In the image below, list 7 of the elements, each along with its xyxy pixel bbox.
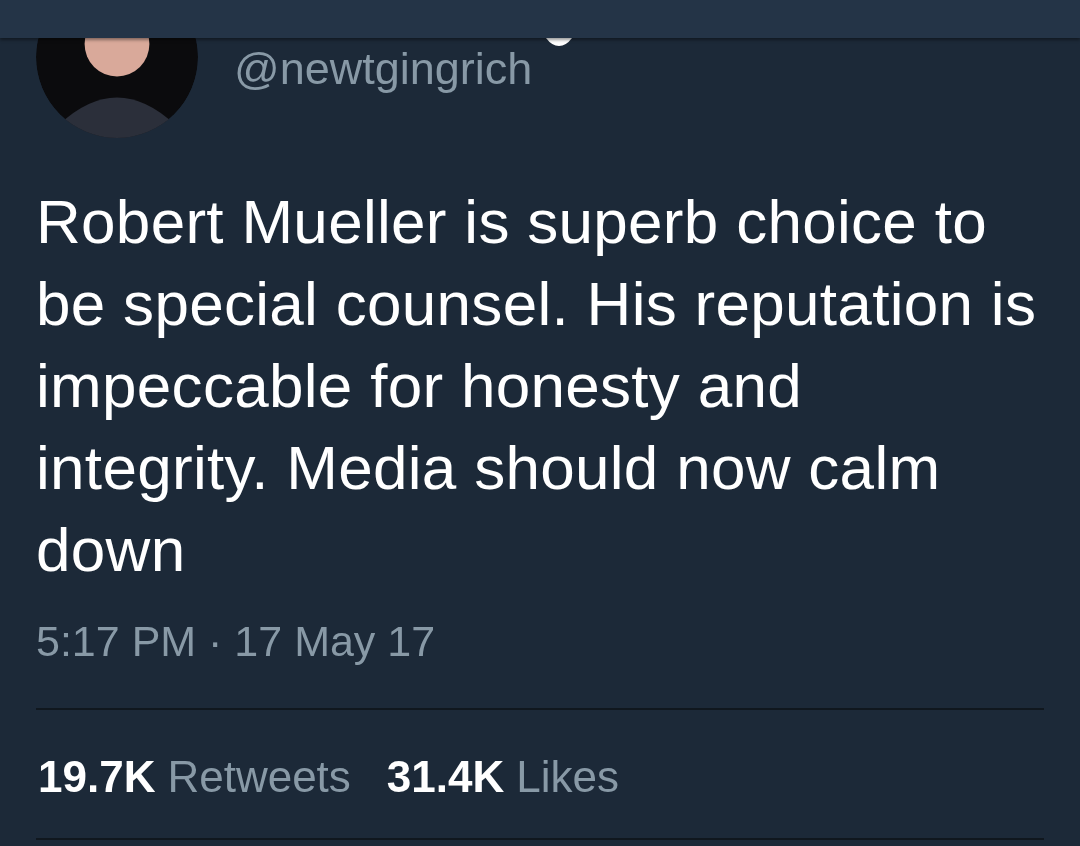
stat-label[interactable]: Likes — [516, 755, 619, 799]
username[interactable]: @newtgingrich — [234, 46, 533, 91]
stat-label[interactable]: Retweets — [167, 755, 351, 799]
stat-count: 19.7K — [38, 755, 156, 799]
stat-count: 31.4K — [386, 755, 505, 799]
timestamp: 5:17 PM · 17 May 17 — [36, 620, 437, 663]
tweet-text: Robert Mueller is superb choice to be special counsel. His reputation is impeccable for honesty and integrity. Media should now calm down — [36, 186, 1038, 586]
